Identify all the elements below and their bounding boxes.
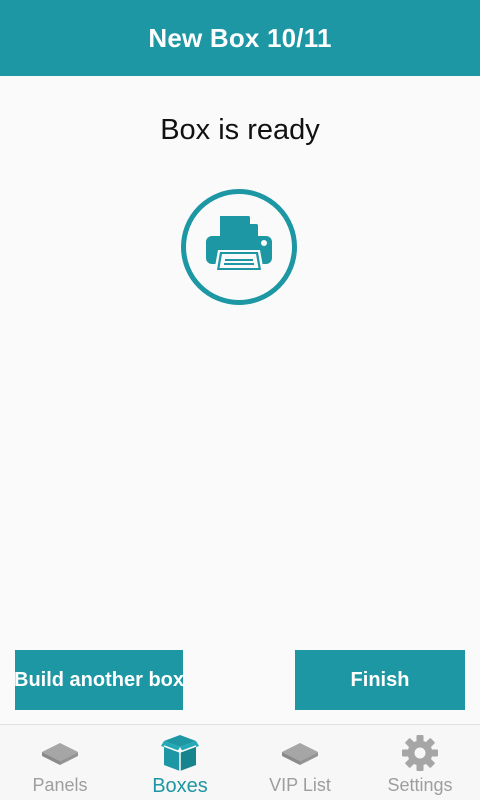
- gear-icon: [401, 733, 439, 773]
- tab-label: Settings: [387, 775, 453, 795]
- tab-label: Panels: [32, 775, 88, 795]
- tab-panels[interactable]: Panels: [0, 725, 120, 800]
- tab-label: Boxes: [152, 775, 208, 797]
- status-message: Box is ready: [160, 114, 320, 146]
- build-another-box-button[interactable]: Build another box: [14, 650, 184, 710]
- bottom-tab-bar: Panels Boxes VIP List Settings: [0, 724, 480, 800]
- tab-vip-list[interactable]: VIP List: [240, 725, 360, 800]
- box-icon: [161, 733, 199, 773]
- print-status-indicator: [181, 189, 297, 305]
- tab-label: VIP List: [269, 775, 331, 795]
- finish-button[interactable]: Finish: [295, 650, 465, 710]
- panel-icon: [40, 733, 80, 773]
- page-title: New Box 10/11: [148, 22, 332, 53]
- tab-boxes[interactable]: Boxes: [120, 725, 240, 800]
- app-root: New Box 10/11 Box is ready Build another…: [0, 0, 480, 800]
- app-header: New Box 10/11: [0, 0, 480, 76]
- printer-icon: [204, 214, 274, 281]
- tab-settings[interactable]: Settings: [360, 725, 480, 800]
- vip-list-icon: [280, 733, 320, 773]
